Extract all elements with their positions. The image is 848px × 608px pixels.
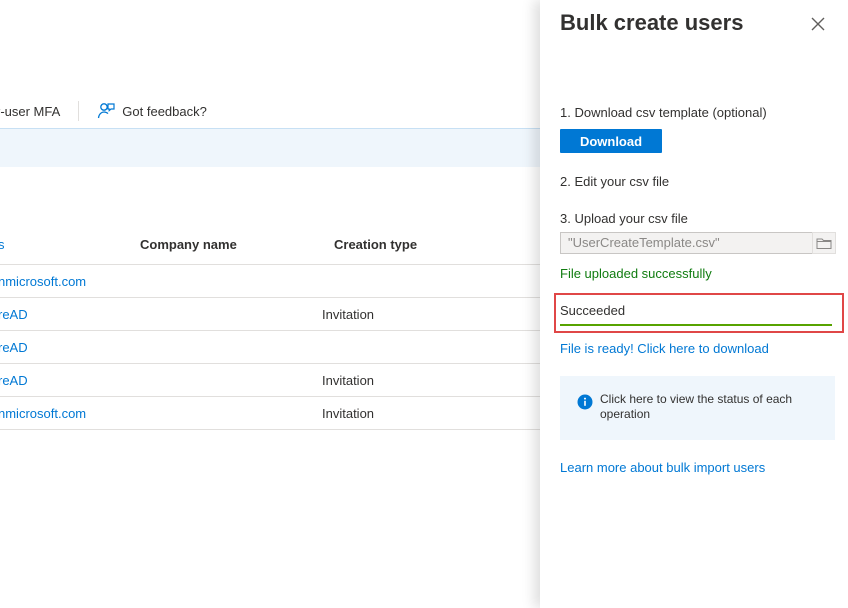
csv-file-field[interactable]: "UserCreateTemplate.csv" xyxy=(560,232,813,254)
feedback-person-icon xyxy=(98,103,115,119)
per-user-mfa-label: r-user MFA xyxy=(0,103,61,119)
table-row[interactable]: reAD Invitation xyxy=(0,364,540,397)
table-row[interactable]: reAD Invitation xyxy=(0,298,540,331)
bulk-create-users-panel: Bulk create users 1. Download csv templa… xyxy=(540,0,848,608)
app-window: r-user MFA Got feedback? s Company name … xyxy=(0,0,848,608)
info-banner xyxy=(0,128,540,167)
command-separator xyxy=(78,101,80,121)
learn-more-link[interactable]: Learn more about bulk import users xyxy=(560,460,765,475)
status-highlight-box xyxy=(554,293,844,333)
user-name-link[interactable]: reAD xyxy=(0,373,28,388)
command-bar: r-user MFA Got feedback? xyxy=(0,96,207,126)
per-user-mfa-command[interactable]: r-user MFA xyxy=(0,96,60,126)
users-page-background: r-user MFA Got feedback? s Company name … xyxy=(0,0,540,608)
step-edit-csv: 2. Edit your csv file xyxy=(560,174,670,189)
browse-file-button[interactable] xyxy=(812,232,836,254)
panel-title: Bulk create users xyxy=(560,10,744,35)
folder-icon xyxy=(816,238,832,249)
users-table: s Company name Creation type nmicrosoft.… xyxy=(0,228,540,430)
table-header: s Company name Creation type xyxy=(0,228,540,265)
column-header-creation-type[interactable]: Creation type xyxy=(334,237,417,252)
user-name-link[interactable]: reAD xyxy=(0,340,28,355)
operation-status-info[interactable]: Click here to view the status of each op… xyxy=(560,376,835,440)
step-upload-csv: 3. Upload your csv file xyxy=(560,211,688,226)
creation-type-cell: Invitation xyxy=(322,307,375,322)
user-name-link[interactable]: nmicrosoft.com xyxy=(0,406,86,421)
download-button[interactable]: Download xyxy=(560,129,662,153)
user-name-link[interactable]: reAD xyxy=(0,307,28,322)
table-row[interactable]: nmicrosoft.com Invitation xyxy=(0,397,540,430)
creation-type-cell: Invitation xyxy=(322,406,375,421)
creation-type-cell: Invitation xyxy=(322,373,375,388)
feedback-command[interactable]: Got feedback? xyxy=(96,96,207,126)
column-header-company[interactable]: Company name xyxy=(140,237,237,252)
close-icon[interactable] xyxy=(806,12,830,36)
table-row[interactable]: nmicrosoft.com xyxy=(0,265,540,298)
user-name-link[interactable]: nmicrosoft.com xyxy=(0,274,86,289)
download-results-link[interactable]: File is ready! Click here to download xyxy=(560,341,769,356)
feedback-label: Got feedback? xyxy=(122,103,207,119)
column-header-name[interactable]: s xyxy=(0,237,5,252)
info-icon xyxy=(577,394,593,410)
upload-success-message: File uploaded successfully xyxy=(560,266,712,281)
table-row[interactable]: reAD xyxy=(0,331,540,364)
info-text: Click here to view the status of each op… xyxy=(600,392,793,421)
step-download-template: 1. Download csv template (optional) xyxy=(560,105,767,120)
